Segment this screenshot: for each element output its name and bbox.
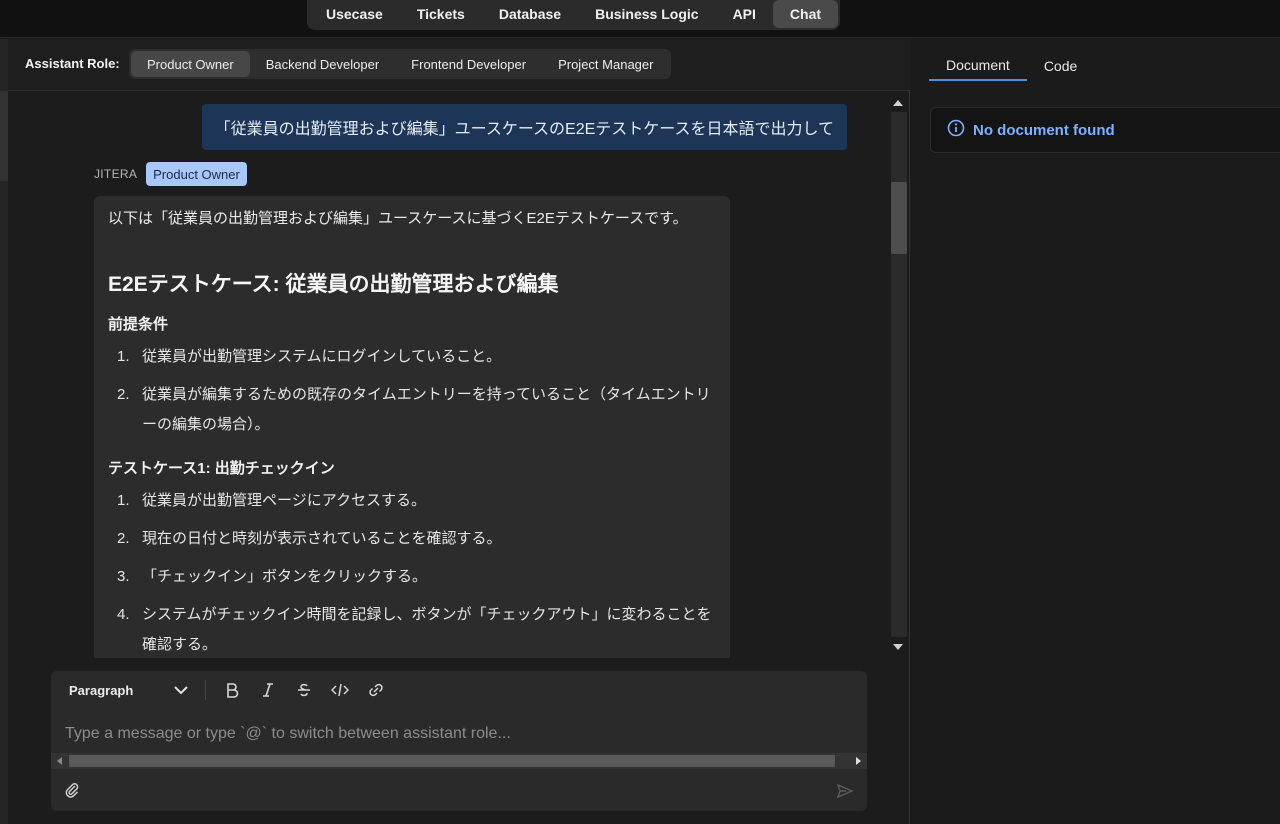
message-input[interactable] <box>51 717 867 751</box>
list-item: 4. システムがチェックイン時間を記録し、ボタンが「チェックアウト」に変わることを… <box>108 600 716 658</box>
chat-panel: Assistant Role: Product Owner Backend De… <box>0 39 910 824</box>
list-text: システムがチェックイン時間を記録し、ボタンが「チェックアウト」に変わることを確認… <box>142 606 712 653</box>
no-document-alert: No document found <box>930 107 1280 153</box>
tab-code[interactable]: Code <box>1027 51 1094 81</box>
list-number: 3. <box>117 568 130 585</box>
assistant-role-label: Assistant Role: <box>25 56 120 71</box>
list-text: 従業員が出勤管理システムにログインしていること。 <box>142 348 502 365</box>
paperclip-icon[interactable] <box>65 782 81 800</box>
code-icon[interactable] <box>322 677 358 703</box>
testcase1-title: テストケース1: 出勤チェックイン <box>108 460 335 477</box>
list-text: 従業員が編集するための既存のタイムエントリーを持っていること（タイムエントリーの… <box>142 386 711 433</box>
link-icon[interactable] <box>358 677 394 703</box>
answer-intro: 以下は「従業員の出勤管理および編集」ユースケースに基づくE2Eテストケースです。 <box>108 210 688 227</box>
list-number: 4. <box>117 606 130 623</box>
user-message: 「従業員の出勤管理および編集」ユースケースのE2Eテストケースを日本語で出力して <box>201 104 847 150</box>
list-number: 2. <box>117 530 130 547</box>
list-item: 2. 従業員が編集するための既存のタイムエントリーを持っていること（タイムエントリ… <box>108 380 716 440</box>
assistant-sender-row: JITERA Product Owner <box>94 162 247 186</box>
tab-usecase[interactable]: Usecase <box>309 0 400 28</box>
role-product-owner[interactable]: Product Owner <box>131 51 250 77</box>
left-scrollbar-thumb[interactable] <box>0 91 8 181</box>
list-item: 2. 現在の日付と時刻が表示されていることを確認する。 <box>108 524 716 554</box>
assistant-role-bar: Assistant Role: Product Owner Backend De… <box>8 39 910 91</box>
tab-tickets[interactable]: Tickets <box>400 0 482 28</box>
info-icon <box>947 119 965 142</box>
role-frontend-developer[interactable]: Frontend Developer <box>395 51 542 77</box>
tab-database[interactable]: Database <box>482 0 578 28</box>
document-tabs: Document Code <box>929 51 1094 81</box>
list-item: 3. 「チェックイン」ボタンをクリックする。 <box>108 562 716 592</box>
scrollbar-thumb[interactable] <box>891 182 907 254</box>
horizontal-scrollbar-thumb[interactable] <box>69 755 835 767</box>
assistant-message: 以下は「従業員の出勤管理および編集」ユースケースに基づくE2Eテストケースです。… <box>94 196 730 658</box>
composer-horizontal-scrollbar[interactable] <box>51 753 867 769</box>
list-text: 「チェックイン」ボタンをクリックする。 <box>142 568 428 585</box>
list-text: 現在の日付と時刻が表示されていることを確認する。 <box>142 530 502 547</box>
message-scrollbar[interactable] <box>889 92 909 658</box>
top-tab-group: Usecase Tickets Database Business Logic … <box>307 0 841 30</box>
list-item: 1. 従業員が出勤管理ページにアクセスする。 <box>108 486 716 516</box>
tab-chat[interactable]: Chat <box>772 0 839 28</box>
answer-heading: E2Eテストケース: 従業員の出勤管理および編集 <box>108 273 559 296</box>
document-panel: Document Code No document found <box>911 39 1280 824</box>
role-backend-developer[interactable]: Backend Developer <box>250 51 395 77</box>
left-scrollbar[interactable] <box>0 39 8 824</box>
preconditions-list: 1. 従業員が出勤管理システムにログインしていること。 2. 従業員が編集するための… <box>108 342 716 440</box>
scroll-left-icon[interactable] <box>57 757 62 765</box>
editor-toolbar: Paragraph <box>51 671 867 709</box>
message-composer: Paragraph <box>51 671 867 811</box>
sender-name: JITERA <box>94 167 138 181</box>
list-number: 2. <box>117 386 130 403</box>
scroll-up-icon[interactable] <box>893 100 903 106</box>
bold-icon[interactable] <box>214 677 250 703</box>
testcase1-steps: 1. 従業員が出勤管理ページにアクセスする。 2. 現在の日付と時刻が表示されている… <box>108 486 716 658</box>
scroll-right-icon[interactable] <box>856 757 861 765</box>
tab-document[interactable]: Document <box>929 51 1027 81</box>
italic-icon[interactable] <box>250 677 286 703</box>
no-document-message: No document found <box>973 121 1115 139</box>
paragraph-format-label: Paragraph <box>69 682 134 698</box>
tab-business-logic[interactable]: Business Logic <box>578 0 715 28</box>
preconditions-title: 前提条件 <box>108 316 169 333</box>
assistant-role-selector: Product Owner Backend Developer Frontend… <box>129 49 672 79</box>
list-item: 1. 従業員が出勤管理システムにログインしていること。 <box>108 342 716 372</box>
tab-api[interactable]: API <box>716 0 773 28</box>
list-text: 従業員が出勤管理ページにアクセスする。 <box>142 492 426 509</box>
top-navigation: Usecase Tickets Database Business Logic … <box>0 0 1280 38</box>
strikethrough-icon[interactable] <box>286 677 322 703</box>
list-number: 1. <box>117 348 130 365</box>
list-number: 1. <box>117 492 130 509</box>
role-project-manager[interactable]: Project Manager <box>542 51 669 77</box>
send-icon[interactable] <box>836 783 854 799</box>
toolbar-divider <box>205 680 206 700</box>
message-list[interactable]: 「従業員の出勤管理および編集」ユースケースのE2Eテストケースを日本語で出力して… <box>8 92 888 658</box>
sender-role-badge: Product Owner <box>146 162 247 186</box>
scroll-down-icon[interactable] <box>893 644 903 650</box>
paragraph-format-select[interactable]: Paragraph <box>69 683 189 698</box>
chevron-down-icon <box>173 683 189 698</box>
